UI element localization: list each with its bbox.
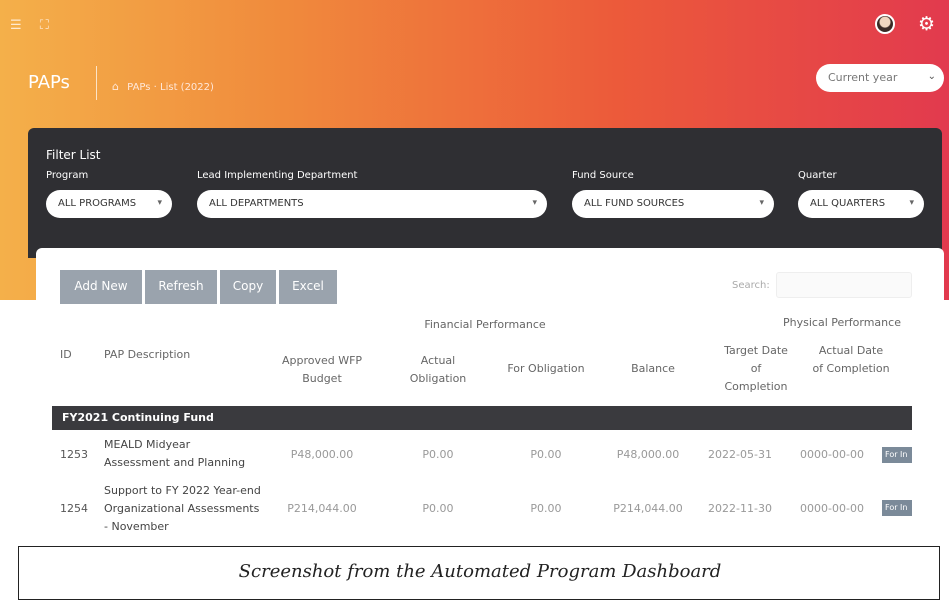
chevron-down-icon: ▾ [157, 198, 162, 208]
row-2-actual-date: 0000-00-00 [800, 502, 864, 515]
row-1-for-obligation: P0.00 [530, 448, 562, 461]
excel-button[interactable]: Excel [279, 270, 337, 304]
avatar[interactable] [875, 14, 895, 34]
col-actual-date-header[interactable]: Actual Date of Completion [812, 342, 890, 378]
row-1-balance: P48,000.00 [616, 448, 680, 461]
row-1-target: 2022-05-31 [708, 448, 772, 461]
copy-button[interactable]: Copy [220, 270, 276, 304]
home-icon[interactable]: ⌂ [112, 80, 119, 93]
filter-panel: Filter List Program ALL PROGRAMS ▾ Lead … [28, 128, 942, 258]
quarter-label: Quarter [798, 170, 837, 181]
physical-performance-header: Physical Performance [783, 316, 901, 329]
chevron-down-icon: ▾ [759, 198, 764, 208]
department-select[interactable]: ALL DEPARTMENTS ▾ [197, 190, 547, 218]
fund-source-value: ALL FUND SOURCES [584, 198, 685, 209]
col-target-header[interactable]: Target Date of Completion [718, 342, 794, 396]
fullscreen-icon[interactable]: ⛶ [40, 18, 49, 33]
breadcrumb: ⌂ PAPs · List (2022) [112, 80, 214, 93]
refresh-button[interactable]: Refresh [145, 270, 217, 304]
col-balance-header[interactable]: Balance [616, 360, 690, 378]
year-select[interactable]: Current year ⌄ [816, 64, 944, 92]
row-2-for-obligation: P0.00 [530, 502, 562, 515]
col-desc-header[interactable]: PAP Description [104, 346, 224, 364]
year-select-value: Current year [828, 71, 898, 84]
financial-performance-header: Financial Performance [424, 318, 546, 331]
program-select[interactable]: ALL PROGRAMS ▾ [46, 190, 172, 218]
chevron-down-icon: ⌄ [927, 71, 936, 82]
row-2-budget: P214,044.00 [287, 502, 357, 515]
breadcrumb-text[interactable]: PAPs · List (2022) [127, 82, 214, 93]
row-1-actual: P0.00 [422, 448, 454, 461]
search-input[interactable] [776, 272, 912, 298]
menu-icon[interactable]: ☰ [10, 18, 22, 33]
chevron-down-icon: ▾ [532, 198, 537, 208]
title-divider [96, 66, 97, 100]
quarter-select[interactable]: ALL QUARTERS ▾ [798, 190, 924, 218]
search-label: Search: [732, 280, 770, 291]
row-1-badge[interactable]: For In [882, 447, 912, 463]
row-1-id: 1253 [60, 448, 88, 461]
quarter-value: ALL QUARTERS [810, 198, 886, 209]
group-row: FY2021 Continuing Fund [52, 406, 912, 430]
fund-source-select[interactable]: ALL FUND SOURCES ▾ [572, 190, 774, 218]
col-actual-header[interactable]: Actual Obligation [400, 352, 476, 388]
filter-title: Filter List [46, 148, 101, 162]
caption-text: Screenshot from the Automated Program Da… [238, 561, 722, 582]
row-2-id: 1254 [60, 502, 88, 515]
row-1-actual-date: 0000-00-00 [800, 448, 864, 461]
row-2-badge[interactable]: For In [882, 500, 912, 516]
row-2-target: 2022-11-30 [708, 502, 772, 515]
program-value: ALL PROGRAMS [58, 198, 137, 209]
add-new-button[interactable]: Add New [60, 270, 142, 304]
row-2-desc: Support to FY 2022 Year-end Organization… [104, 484, 261, 533]
fund-source-label: Fund Source [572, 170, 634, 181]
row-1-desc: MEALD Midyear Assessment and Planning [104, 438, 246, 469]
department-label: Lead Implementing Department [197, 170, 358, 181]
department-value: ALL DEPARTMENTS [209, 198, 304, 209]
program-label: Program [46, 170, 89, 181]
chevron-down-icon: ▾ [909, 198, 914, 208]
col-id-header[interactable]: ID [60, 346, 80, 364]
col-for-obligation-header[interactable]: For Obligation [496, 360, 596, 378]
page-title: PAPs [28, 72, 70, 93]
col-budget-header[interactable]: Approved WFP Budget [270, 352, 374, 388]
row-2-actual: P0.00 [422, 502, 454, 515]
row-1-budget: P48,000.00 [290, 448, 354, 461]
caption-box: Screenshot from the Automated Program Da… [18, 546, 940, 600]
row-2-balance: P214,044.00 [613, 502, 683, 515]
gear-icon[interactable]: ⚙ [918, 14, 935, 34]
top-icons: ☰ ⛶ [10, 18, 63, 33]
